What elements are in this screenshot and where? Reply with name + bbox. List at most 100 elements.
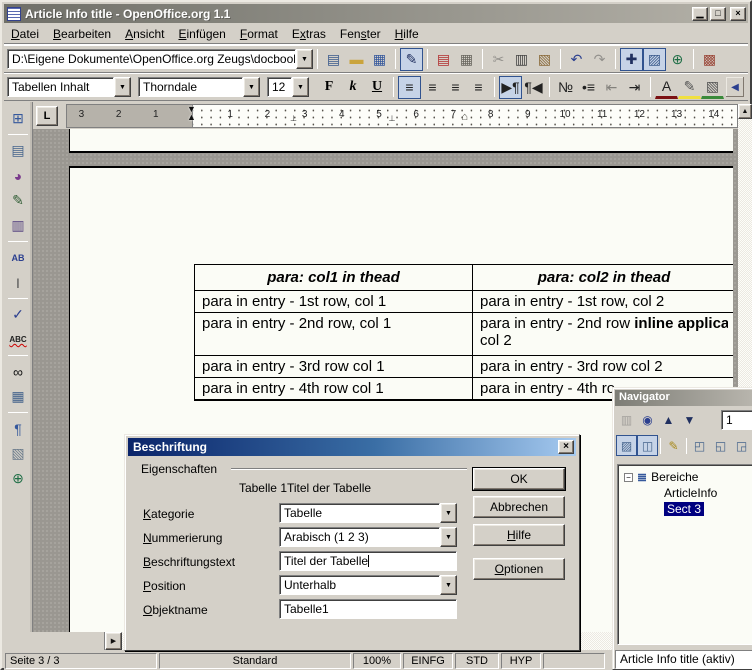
autotext-icon[interactable]: AB [7, 246, 30, 269]
header-icon[interactable]: ◰ [689, 435, 710, 456]
horizontal-ruler[interactable]: 3211234567891011121314⊥⊥⌂ [66, 104, 738, 128]
abbrechen-button[interactable]: Abbrechen [473, 496, 565, 518]
footer-icon[interactable]: ◱ [710, 435, 731, 456]
url-input[interactable]: D:\Eigene Dokumente\OpenOffice.org Zeugs… [7, 49, 296, 69]
table-cell[interactable]: para in entry - 1st row, col 2 [473, 291, 733, 312]
font-size-combobox[interactable]: 12 ▼ [267, 77, 309, 97]
background-color-icon[interactable]: ▧ [701, 76, 724, 99]
edit-file-icon[interactable]: ✎ [400, 48, 423, 71]
page-status[interactable]: Seite 3 / 3 [5, 653, 157, 669]
navigator-document-selector[interactable]: Article Info title (aktiv) [615, 650, 752, 669]
size-dropdown-button[interactable]: ▼ [292, 77, 309, 97]
highlight-icon[interactable]: ✎ [678, 76, 701, 99]
kategorie-combobox[interactable]: Tabelle ▼ [279, 503, 457, 523]
menu-format[interactable]: Format [233, 25, 285, 43]
menu-einfuegen[interactable]: Einfügen [171, 25, 232, 43]
copy-icon[interactable]: ▥ [510, 48, 533, 71]
tree-expander-icon[interactable]: − [624, 473, 633, 482]
spellcheck-icon[interactable]: ✓ [7, 303, 30, 326]
hyperlink-mode-status[interactable]: HYP [501, 653, 541, 669]
font-color-icon[interactable]: A [655, 76, 678, 99]
selection-mode-status[interactable]: STD [455, 653, 499, 669]
next-page-icon[interactable]: ▼ [679, 409, 700, 430]
increase-indent-icon[interactable]: ⇥ [623, 76, 646, 99]
export-pdf-icon[interactable]: ▤ [432, 48, 455, 71]
open-folder-icon[interactable]: ▬ [345, 48, 368, 71]
font-name-combobox[interactable]: Thorndale ▼ [138, 77, 260, 97]
table-cell[interactable]: para in entry - 3rd row col 1 [195, 356, 473, 377]
data-sources-icon[interactable]: ▦ [7, 385, 30, 408]
direct-cursor-icon[interactable]: I [7, 271, 30, 294]
bold-button[interactable]: F [317, 76, 341, 98]
font-dropdown-button[interactable]: ▼ [243, 77, 260, 97]
table-cell[interactable]: para in entry - 2nd row, col 1 [195, 313, 473, 355]
rtl-icon[interactable]: ¶◀ [522, 76, 545, 99]
paste-icon[interactable]: ▧ [533, 48, 556, 71]
form-functions-icon[interactable]: ▥ [7, 214, 30, 237]
align-left-icon[interactable]: ≡ [398, 76, 421, 99]
italic-button[interactable]: k [341, 76, 365, 98]
ltr-icon[interactable]: ▶¶ [499, 76, 522, 99]
hyperlink-icon[interactable]: ⊕ [666, 48, 689, 71]
table-cell[interactable]: para in entry - 1st row, col 1 [195, 291, 473, 312]
tree-item-label[interactable]: ArticleInfo [664, 486, 717, 500]
tree-item-articleinfo[interactable]: ArticleInfo [622, 485, 752, 501]
stylist-icon[interactable]: ▨ [643, 48, 666, 71]
style-dropdown-button[interactable]: ▼ [114, 77, 131, 97]
paragraph-style-combobox[interactable]: Tabellen Inhalt ▼ [7, 77, 131, 97]
insert-mode-status[interactable]: EINFG [403, 653, 453, 669]
online-layout-icon[interactable]: ⊕ [7, 467, 30, 490]
table-cell[interactable]: para in entry - 2nd row inline applicati… [473, 313, 733, 355]
numbered-list-icon[interactable]: № [554, 76, 577, 99]
url-combobox[interactable]: D:\Eigene Dokumente\OpenOffice.org Zeugs… [7, 49, 313, 69]
hilfe-button[interactable]: Hilfe [473, 524, 565, 546]
indent-marker-icon[interactable]: ⌂ [461, 111, 468, 123]
table-header-cell[interactable]: para: col1 in thead [195, 265, 473, 290]
nummerierung-dropdown-button[interactable]: ▼ [440, 527, 457, 547]
print-file-icon[interactable]: ▦ [455, 48, 478, 71]
scroll-up-button[interactable]: ▲ [738, 104, 752, 119]
menu-extras[interactable]: Extras [285, 25, 333, 43]
auto-spellcheck-icon[interactable]: ABC [7, 328, 30, 351]
title-bar[interactable]: Article Info title - OpenOffice.org 1.1 … [4, 4, 748, 23]
anchor-text-icon[interactable]: ◲ [731, 435, 752, 456]
tree-item-label[interactable]: Bereiche [651, 470, 698, 484]
find-replace-icon[interactable]: ∞ [7, 360, 30, 383]
tree-item-label-selected[interactable]: Sect 3 [664, 502, 704, 516]
url-dropdown-button[interactable]: ▼ [296, 49, 313, 69]
tree-item-bereiche[interactable]: − ≣ Bereiche [622, 469, 752, 485]
navigator-icon[interactable]: ✚ [620, 48, 643, 71]
bullet-list-icon[interactable]: •≡ [577, 76, 600, 99]
content-view-icon[interactable]: ◫ [637, 435, 658, 456]
page-number-input[interactable]: 1 [721, 410, 752, 430]
font-size-value[interactable]: 12 [267, 77, 292, 97]
objektname-input[interactable]: Tabelle1 [279, 599, 457, 619]
menu-hilfe[interactable]: Hilfe [388, 25, 426, 43]
draw-functions-icon[interactable]: ✎ [7, 189, 30, 212]
nummerierung-value[interactable]: Arabisch (1 2 3) [279, 527, 440, 547]
close-button[interactable]: × [730, 7, 746, 21]
save-icon[interactable]: ▦ [368, 48, 391, 71]
navigator-title-bar[interactable]: Navigator [615, 390, 752, 406]
graphics-onoff-icon[interactable]: ▧ [7, 442, 30, 465]
zoom-status[interactable]: 100% [353, 653, 401, 669]
optionen-button[interactable]: Optionen [473, 558, 565, 580]
gallery-icon[interactable]: ▩ [698, 48, 721, 71]
underline-button[interactable]: U [365, 76, 389, 98]
position-value[interactable]: Unterhalb [279, 575, 440, 595]
nummerierung-combobox[interactable]: Arabisch (1 2 3) ▼ [279, 527, 457, 547]
previous-page-icon[interactable]: ▲ [658, 409, 679, 430]
position-dropdown-button[interactable]: ▼ [440, 575, 457, 595]
menu-bearbeiten[interactable]: Bearbeiten [46, 25, 118, 43]
page-style-status[interactable]: Standard [159, 653, 351, 669]
insert-object-icon[interactable]: ◕ [7, 164, 30, 187]
ok-button[interactable]: OK [473, 468, 565, 490]
scroll-right-button[interactable]: ▶ [105, 632, 122, 650]
align-right-icon[interactable]: ≡ [444, 76, 467, 99]
menu-datei[interactable]: Datei [4, 25, 46, 43]
align-center-icon[interactable]: ≡ [421, 76, 444, 99]
insert-fields-icon[interactable]: ▤ [7, 139, 30, 162]
dialog-close-button[interactable]: × [558, 440, 574, 454]
menu-fenster[interactable]: Fenster [333, 25, 388, 43]
toolbar-collapse-button[interactable]: ◀ [725, 76, 745, 98]
